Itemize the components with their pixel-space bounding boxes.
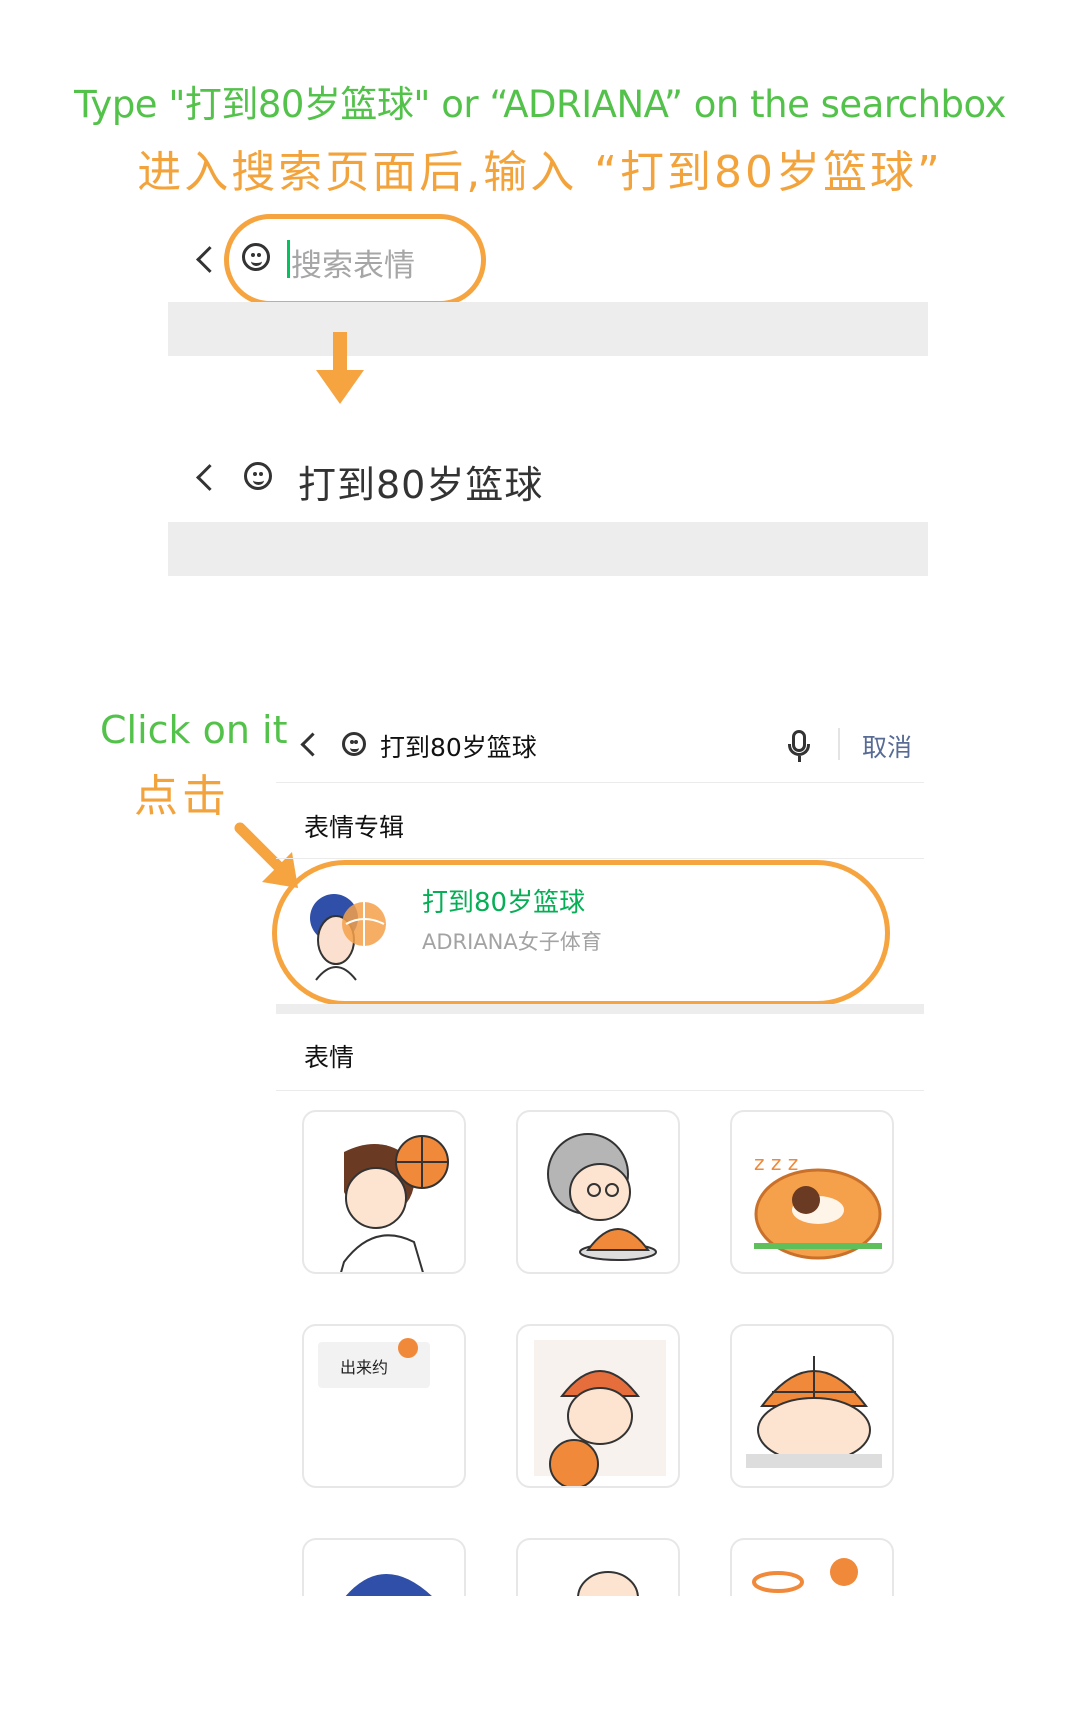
down-arrow-shaft	[333, 332, 347, 372]
instruction-english: Type "打到80岁篮球" or “ADRIANA” on the searc…	[74, 83, 1006, 126]
sticker-text: 出来约	[340, 1358, 389, 1377]
highlight-ring	[224, 214, 486, 306]
sticker-tile[interactable]	[516, 1538, 680, 1596]
divider	[276, 1090, 924, 1091]
section-title-stickers: 表情	[304, 1043, 355, 1072]
header-divider	[838, 728, 840, 760]
emoji-icon	[342, 732, 366, 756]
divider	[276, 858, 924, 859]
sticker-tile[interactable]	[516, 1324, 680, 1488]
grandma-cake-sticker-icon	[547, 1133, 657, 1261]
section-separator	[276, 1004, 924, 1014]
search-query[interactable]: 打到80岁篮球	[298, 454, 543, 509]
gray-band	[168, 302, 928, 356]
sticker-tile[interactable]	[302, 1110, 466, 1274]
sticker-tile[interactable]: 出来约	[302, 1324, 466, 1488]
search-query[interactable]: 打到80岁篮球	[380, 728, 537, 764]
sticker-tile[interactable]	[730, 1324, 894, 1488]
sticker-tile[interactable]: z z z	[730, 1110, 894, 1274]
section-title-albums: 表情专辑	[304, 813, 405, 842]
highlight-ring	[272, 860, 890, 1006]
back-chevron-icon[interactable]	[196, 464, 223, 491]
girl-basketball-sticker-icon	[340, 1135, 449, 1272]
back-chevron-icon[interactable]	[196, 246, 223, 273]
ball-icon	[398, 1338, 418, 1358]
click-instruction-english: Click on it	[100, 708, 288, 752]
click-instruction-chinese: 点击	[134, 771, 230, 822]
cancel-button[interactable]: 取消	[862, 728, 912, 764]
microphone-icon[interactable]	[788, 730, 810, 762]
peeking-ball-sticker-icon	[746, 1356, 882, 1468]
sticker-tile[interactable]	[302, 1538, 466, 1596]
gray-band	[168, 522, 928, 576]
sticker-tile[interactable]	[516, 1110, 680, 1274]
down-arrow-icon	[316, 370, 364, 404]
instruction-chinese: 进入搜索页面后,输入 “打到80岁篮球”	[137, 147, 943, 198]
svg-text:z z z: z z z	[754, 1151, 798, 1175]
sticker-tile[interactable]	[730, 1538, 894, 1596]
hat-girl-sticker-icon	[534, 1340, 666, 1486]
sleeping-donut-sticker-icon: z z z	[754, 1151, 882, 1260]
blue-hair-sticker-icon	[345, 1574, 432, 1596]
back-chevron-icon[interactable]	[300, 732, 325, 757]
hoop-sticker-icon	[752, 1558, 858, 1593]
emoji-icon	[244, 462, 272, 490]
baby-sticker-icon	[577, 1571, 639, 1596]
divider	[276, 782, 924, 783]
